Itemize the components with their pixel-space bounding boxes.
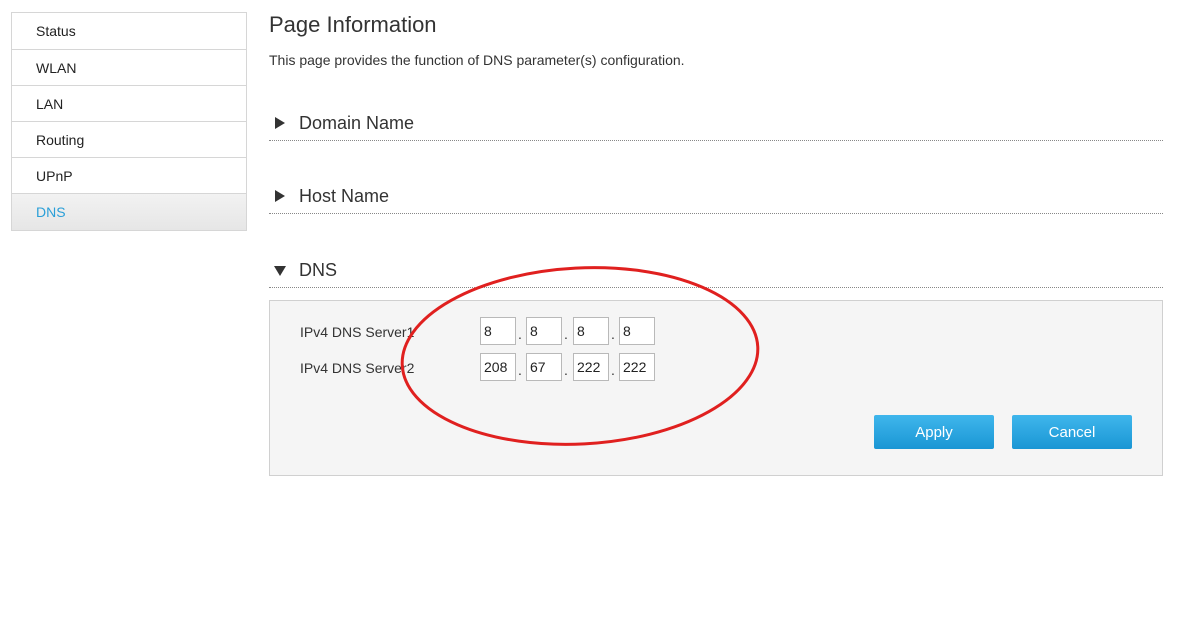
section-domain-name-toggle[interactable]: Domain Name — [269, 110, 1163, 141]
cancel-button[interactable]: Cancel — [1012, 415, 1132, 449]
apply-button[interactable]: Apply — [874, 415, 994, 449]
dns-server1-octet2-input[interactable] — [526, 317, 562, 345]
dns-server2-octet2-input[interactable] — [526, 353, 562, 381]
dns-server1-label: IPv4 DNS Server1 — [300, 324, 415, 340]
ip-separator: . — [564, 326, 568, 342]
ip-separator: . — [518, 326, 522, 342]
section-host-name-label: Host Name — [299, 186, 390, 206]
sidebar-nav: Status WLAN LAN Routing UPnP DNS — [11, 12, 247, 231]
sidebar-item-upnp[interactable]: UPnP — [12, 157, 246, 193]
dns-settings-panel: IPv4 DNS Server1 . . . IPv4 DNS Server2 … — [269, 300, 1163, 476]
ip-separator: . — [611, 326, 615, 342]
sidebar-item-lan[interactable]: LAN — [12, 85, 246, 121]
dns-server1-octet1-input[interactable] — [480, 317, 516, 345]
ip-separator: . — [518, 362, 522, 378]
ip-separator: . — [611, 362, 615, 378]
sidebar-item-dns[interactable]: DNS — [12, 193, 246, 230]
sidebar-item-routing[interactable]: Routing — [12, 121, 246, 157]
expand-triangle-icon — [275, 190, 285, 202]
dns-server1-octet4-input[interactable] — [619, 317, 655, 345]
page-title: Page Information — [269, 12, 437, 37]
page-description: This page provides the function of DNS p… — [269, 52, 685, 68]
collapse-triangle-icon — [274, 266, 286, 276]
dns-server1-octet3-input[interactable] — [573, 317, 609, 345]
section-dns-label: DNS — [299, 260, 338, 280]
sidebar-item-status[interactable]: Status — [12, 13, 246, 49]
dns-server2-octet4-input[interactable] — [619, 353, 655, 381]
dns-server2-octet3-input[interactable] — [573, 353, 609, 381]
section-dns-toggle[interactable]: DNS — [269, 257, 1163, 288]
section-domain-name-label: Domain Name — [299, 113, 415, 133]
section-host-name-toggle[interactable]: Host Name — [269, 183, 1163, 214]
sidebar-item-wlan[interactable]: WLAN — [12, 49, 246, 85]
expand-triangle-icon — [275, 117, 285, 129]
dns-server2-octet1-input[interactable] — [480, 353, 516, 381]
dns-server2-label: IPv4 DNS Server2 — [300, 360, 415, 376]
ip-separator: . — [564, 362, 568, 378]
